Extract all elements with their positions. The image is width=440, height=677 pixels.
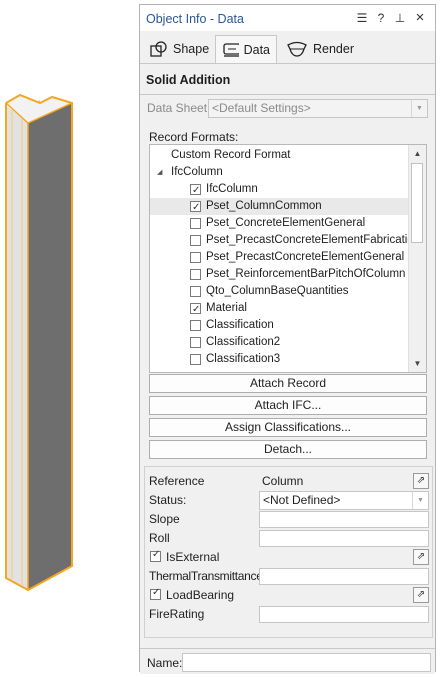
slope-label: Slope	[149, 512, 180, 526]
record-format-label: IfcColumn	[171, 166, 223, 178]
load-bearing-checkbox[interactable]: ✓	[150, 587, 161, 600]
is-external-label: IsExternal	[166, 550, 220, 564]
record-formats-label: Record Formats:	[149, 130, 239, 144]
record-format-label: Pset_ConcreteElementGeneral	[206, 217, 366, 229]
record-format-item[interactable]: ✓ Material	[150, 300, 409, 317]
attach-record-button[interactable]: Attach Record	[149, 374, 427, 393]
drawing-viewport[interactable]	[0, 0, 139, 674]
record-format-item[interactable]: Classification2	[150, 334, 409, 351]
shape-icon	[150, 41, 167, 57]
fire-rating-field[interactable]	[259, 606, 429, 623]
tab-render[interactable]: Render	[280, 35, 360, 63]
is-external-checkbox[interactable]: ✓	[150, 549, 161, 562]
record-format-item[interactable]: ◢ IfcColumn	[150, 164, 409, 181]
record-checkbox[interactable]: ✓	[190, 303, 201, 315]
fire-rating-label: FireRating	[149, 607, 205, 621]
record-format-item[interactable]: Classification3	[150, 351, 409, 368]
record-format-item[interactable]: Classification	[150, 317, 409, 334]
help-icon[interactable]: ?	[373, 10, 389, 26]
scroll-down-icon[interactable]: ▼	[409, 355, 426, 372]
tab-shape-label: Shape	[173, 42, 210, 56]
record-checkbox[interactable]	[190, 269, 201, 280]
render-icon	[287, 41, 307, 57]
status-value: <Not Defined>	[263, 493, 341, 507]
status-select[interactable]: <Not Defined> ▼	[259, 491, 429, 510]
record-format-label: Classification3	[206, 353, 281, 365]
pin-icon[interactable]: ⊥	[392, 10, 408, 26]
record-format-label: IfcColumn	[206, 183, 258, 195]
record-checkbox[interactable]	[190, 337, 201, 348]
chevron-down-icon: ▼	[411, 100, 427, 117]
record-checkbox[interactable]	[190, 235, 201, 246]
record-format-label: Pset_ReinforcementBarPitchOfColumn	[206, 268, 406, 280]
roll-field[interactable]	[259, 530, 429, 547]
data-icon	[223, 42, 239, 57]
name-field[interactable]	[182, 653, 431, 672]
reference-label: Reference	[149, 474, 205, 488]
record-format-label: Classification2	[206, 336, 281, 348]
record-format-label: Classification	[206, 319, 274, 331]
close-icon[interactable]: ×	[412, 10, 428, 26]
record-format-label: Qto_ColumnBaseQuantities	[206, 285, 349, 297]
record-checkbox[interactable]	[190, 320, 201, 331]
record-checkbox[interactable]	[190, 354, 201, 365]
record-format-item[interactable]: Pset_PrecastConcreteElementFabrication	[150, 232, 420, 249]
record-checkbox[interactable]: ✓	[190, 184, 201, 196]
column-object[interactable]	[0, 0, 139, 674]
roll-label: Roll	[149, 531, 170, 545]
link-to-field-icon[interactable]: ⇗	[413, 587, 429, 603]
scroll-up-icon[interactable]: ▲	[409, 145, 426, 162]
record-format-label: Pset_PrecastConcreteElementFabrication	[206, 234, 421, 246]
assign-classifications-button[interactable]: Assign Classifications...	[149, 418, 427, 437]
scroll-thumb[interactable]	[411, 163, 423, 243]
list-scrollbar[interactable]: ▲ ▼	[408, 145, 426, 372]
tab-data-label: Data	[243, 42, 270, 57]
thermal-transmittance-label: ThermalTransmittance	[149, 569, 263, 583]
tab-render-label: Render	[313, 42, 354, 56]
attach-ifc-button[interactable]: Attach IFC...	[149, 396, 427, 415]
reference-value: Column	[262, 474, 304, 488]
status-label: Status:	[149, 493, 187, 507]
record-checkbox[interactable]	[190, 286, 201, 297]
object-info-palette: Object Info - Data ☰ ? ⊥ × Shape Data Re…	[139, 4, 436, 674]
record-formats-list[interactable]: Custom Record Format ◢ IfcColumn ✓ IfcColumn…	[149, 144, 427, 373]
object-type-title: Solid Addition	[146, 73, 231, 87]
record-format-item[interactable]: Pset_ReinforcementBarPitchOfColumn	[150, 266, 409, 283]
record-checkbox[interactable]: ✓	[190, 201, 201, 213]
detach-button[interactable]: Detach...	[149, 440, 427, 459]
record-format-item[interactable]: Pset_ConcreteElementGeneral	[150, 215, 409, 232]
name-label: Name:	[147, 656, 183, 670]
record-checkbox[interactable]	[190, 218, 201, 229]
link-to-field-icon[interactable]: ⇗	[413, 473, 429, 489]
link-to-field-icon[interactable]: ⇗	[413, 549, 429, 565]
record-format-item[interactable]: Pset_PrecastConcreteElementGeneral	[150, 249, 409, 266]
slope-field[interactable]	[259, 511, 429, 528]
data-sheet-select[interactable]: <Default Settings> ▼	[208, 99, 428, 118]
tab-data[interactable]: Data	[215, 35, 277, 63]
data-tab-pane: Solid Addition Data Sheet: <Default Sett…	[140, 63, 435, 674]
record-format-item[interactable]: Custom Record Format	[150, 147, 409, 164]
record-checkbox[interactable]	[190, 252, 201, 263]
record-properties: Reference Column ⇗ Status: <Not Defined>…	[144, 466, 433, 638]
tab-shape[interactable]: Shape	[144, 35, 216, 63]
record-format-label: Material	[206, 302, 247, 314]
data-sheet-label: Data Sheet:	[147, 101, 211, 115]
divider	[140, 648, 435, 649]
tree-expander-icon[interactable]: ◢	[157, 164, 162, 181]
palette-title-bar[interactable]: Object Info - Data ☰ ? ⊥ ×	[140, 5, 435, 31]
divider	[140, 94, 435, 95]
record-format-item[interactable]: Qto_ColumnBaseQuantities	[150, 283, 409, 300]
record-format-item[interactable]: ✓ Pset_ColumnCommon	[150, 198, 409, 215]
thermal-transmittance-field[interactable]	[259, 568, 429, 585]
palette-title: Object Info - Data	[146, 12, 244, 26]
record-format-label: Pset_PrecastConcreteElementGeneral	[206, 251, 405, 263]
palette-tabs: Shape Data Render	[140, 31, 435, 63]
chevron-down-icon: ▼	[412, 492, 428, 509]
menu-icon[interactable]: ☰	[354, 10, 370, 26]
data-sheet-value: <Default Settings>	[212, 101, 311, 115]
record-format-item[interactable]: ✓ IfcColumn	[150, 181, 409, 198]
record-format-label: Pset_ColumnCommon	[206, 200, 322, 212]
record-format-label: Custom Record Format	[171, 149, 291, 161]
load-bearing-label: LoadBearing	[166, 588, 235, 602]
